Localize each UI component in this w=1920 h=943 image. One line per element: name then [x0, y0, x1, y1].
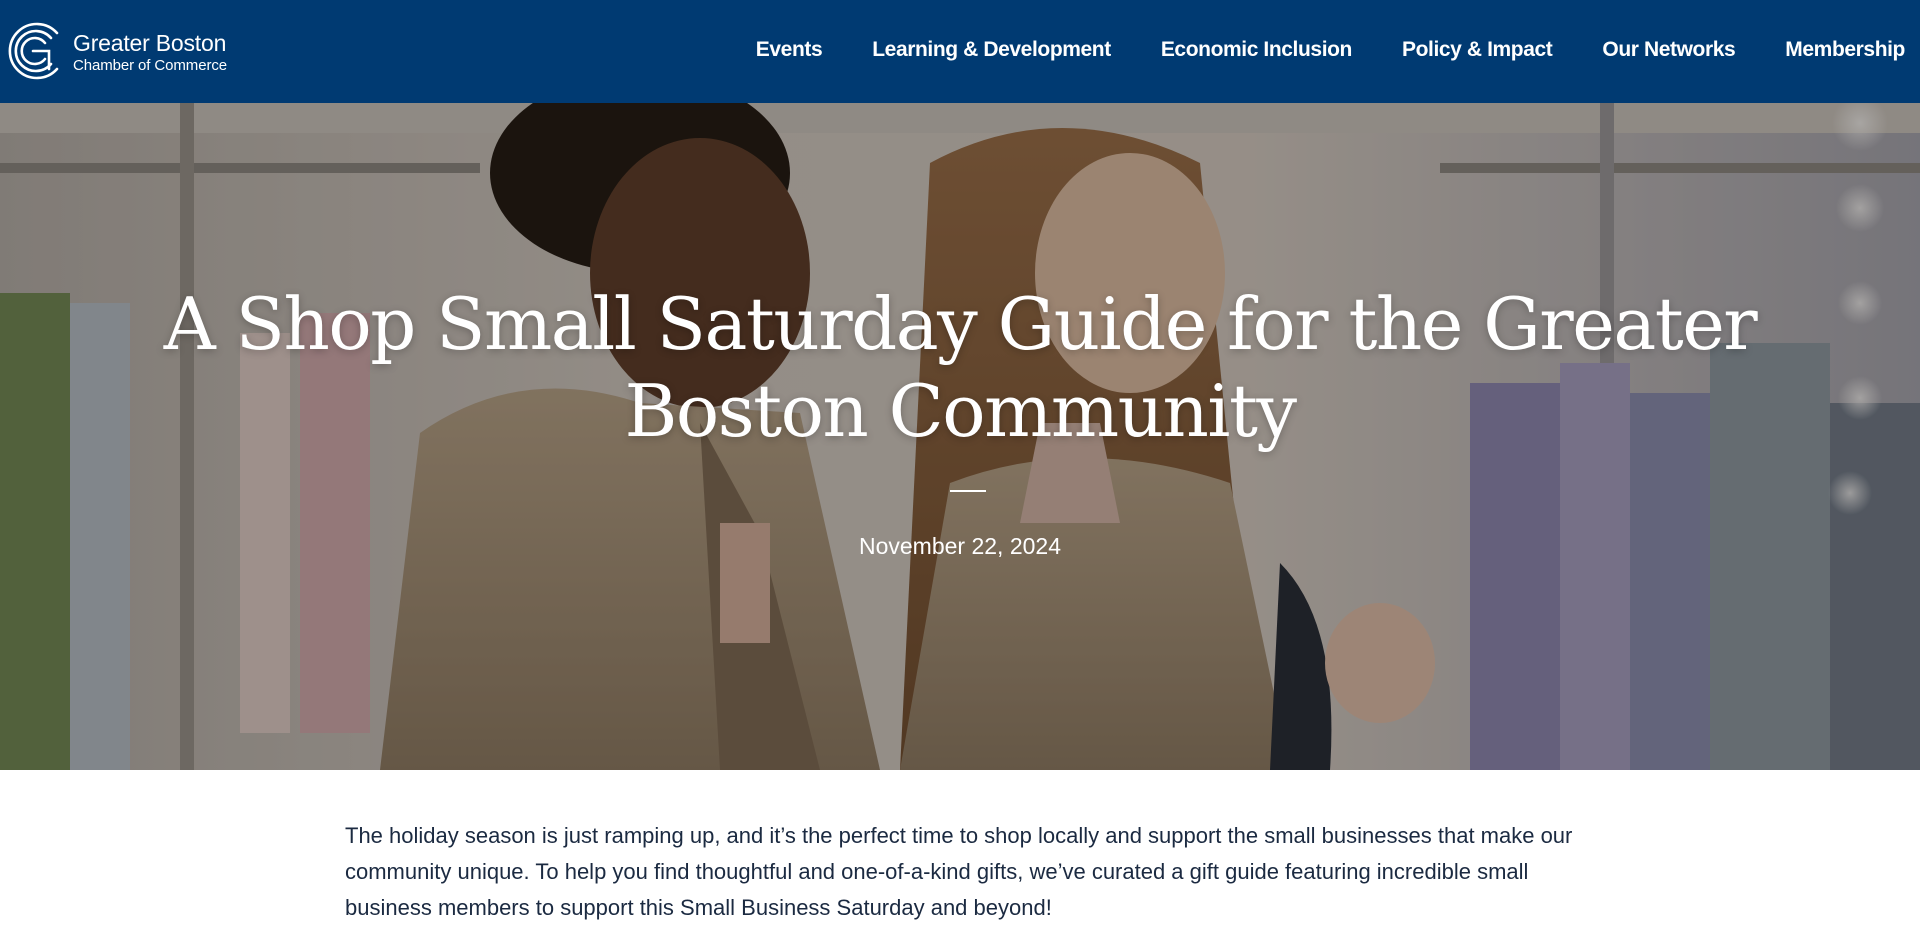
- main-navigation: Events Learning & Development Economic I…: [756, 0, 1906, 100]
- logo-title: Greater Boston: [73, 29, 227, 56]
- nav-policy-impact[interactable]: Policy & Impact: [1402, 38, 1553, 62]
- nav-membership[interactable]: Membership: [1785, 38, 1905, 62]
- nav-our-networks[interactable]: Our Networks: [1602, 38, 1735, 62]
- logo-subtitle: Chamber of Commerce: [73, 56, 227, 74]
- nav-events[interactable]: Events: [756, 38, 823, 62]
- hero-banner: A Shop Small Saturday Guide for the Grea…: [0, 103, 1920, 770]
- chamber-logo-link[interactable]: Greater Boston Chamber of Commerce: [5, 16, 227, 86]
- page-title: A Shop Small Saturday Guide for the Grea…: [163, 282, 1758, 453]
- nav-economic-inclusion[interactable]: Economic Inclusion: [1161, 38, 1353, 62]
- hero-content: A Shop Small Saturday Guide for the Grea…: [0, 103, 1920, 770]
- title-divider: [950, 490, 986, 492]
- publish-date: November 22, 2024: [858, 533, 1061, 559]
- intro-paragraph: The holiday season is just ramping up, a…: [345, 823, 1573, 920]
- logo-wordmark: Greater Boston Chamber of Commerce: [73, 30, 227, 73]
- chamber-logo-icon: [8, 22, 59, 80]
- nav-learning-development[interactable]: Learning & Development: [872, 38, 1111, 62]
- site-header: Greater Boston Chamber of Commerce Event…: [0, 0, 1920, 103]
